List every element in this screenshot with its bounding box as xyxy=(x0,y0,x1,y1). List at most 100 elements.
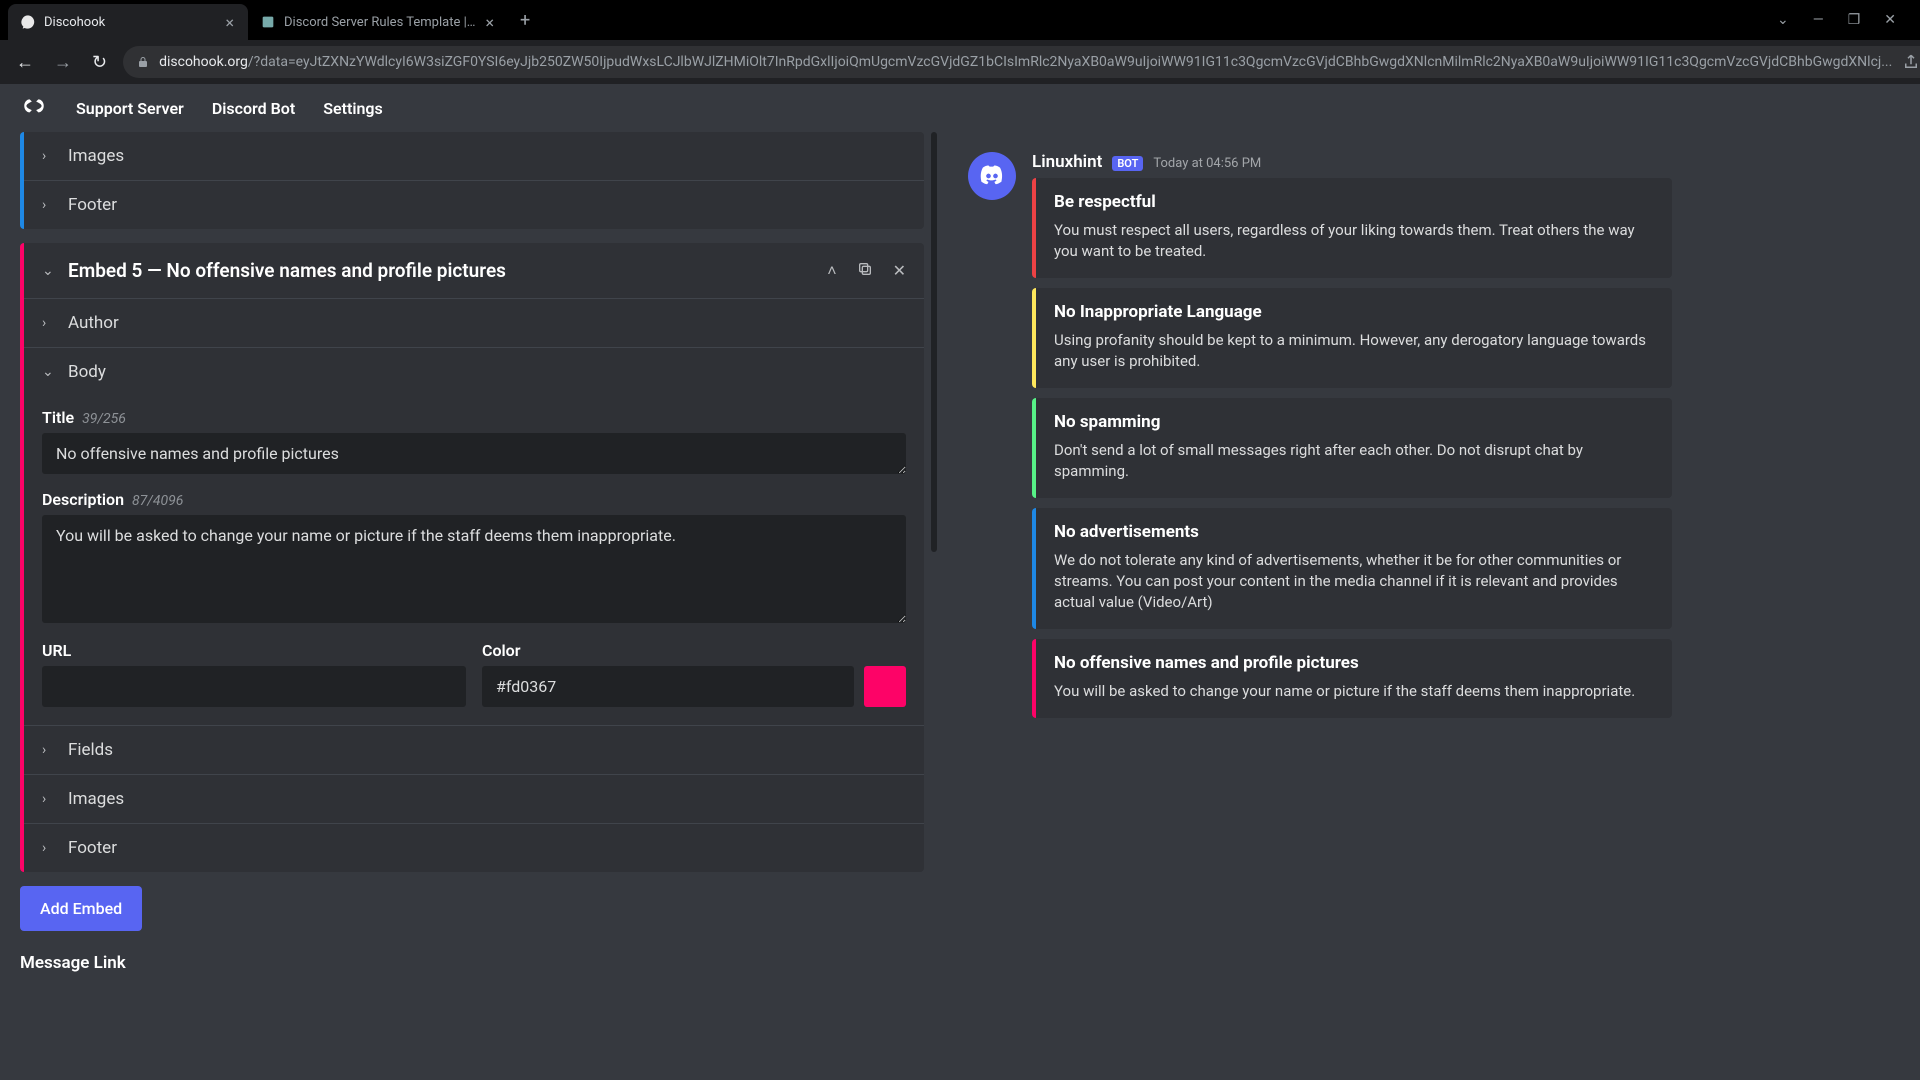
new-tab-button[interactable]: + xyxy=(508,10,542,31)
preview-embed: No offensive names and profile pictures … xyxy=(1032,639,1672,718)
chevron-right-icon: › xyxy=(42,197,56,213)
preview-pane: Linuxhint BOT Today at 04:56 PM Be respe… xyxy=(940,132,1920,1080)
section-footer[interactable]: › Footer xyxy=(24,180,924,229)
url-input[interactable] xyxy=(42,666,466,707)
label-text: Description xyxy=(42,490,124,509)
embed-title: No spamming xyxy=(1054,412,1654,432)
title-counter: 39/256 xyxy=(82,411,126,427)
body-section: Title 39/256 Description 87/4096 URL xyxy=(24,408,924,725)
lock-icon xyxy=(137,56,149,68)
close-icon[interactable]: ✕ xyxy=(893,261,906,281)
app-body: › Images › Footer ⌄ Embed 5 — No offensi… xyxy=(0,132,1920,1080)
section-images[interactable]: › Images xyxy=(24,774,924,823)
tab-bar: Discohook × Discord Server Rules Templat… xyxy=(0,0,1920,40)
url-field: URL xyxy=(42,641,466,707)
close-window-icon[interactable]: ✕ xyxy=(1884,12,1896,28)
preview-embed: Be respectful You must respect all users… xyxy=(1032,178,1672,278)
collapse-icon[interactable]: ˄ xyxy=(827,261,836,281)
reload-button[interactable]: ↻ xyxy=(88,48,111,77)
url-color-row: URL Color xyxy=(42,641,906,707)
color-label: Color xyxy=(482,641,906,660)
chevron-right-icon: › xyxy=(42,742,56,758)
share-icon[interactable] xyxy=(1902,53,1920,71)
browser-chrome: Discohook × Discord Server Rules Templat… xyxy=(0,0,1920,84)
desc-counter: 87/4096 xyxy=(132,493,183,509)
address-bar: ← → ↻ discohook.org/?data=eyJtZXNzYWdlcy… xyxy=(0,40,1920,84)
preview-embed: No advertisements We do not tolerate any… xyxy=(1032,508,1672,629)
chevron-right-icon: › xyxy=(42,840,56,856)
discohook-logo[interactable] xyxy=(20,94,48,122)
message-content: Linuxhint BOT Today at 04:56 PM Be respe… xyxy=(1032,152,1892,728)
duplicate-icon[interactable] xyxy=(857,261,873,281)
embed-card-5: ⌄ Embed 5 — No offensive names and profi… xyxy=(20,243,924,872)
url-path: /?data=eyJtZXNzYWdlcyI6W3siZGF0YSI6eyJjb… xyxy=(248,54,1892,70)
window-controls: ⌄ — ❐ ✕ xyxy=(1777,12,1912,28)
add-embed-button[interactable]: Add Embed xyxy=(20,886,142,931)
embed-title: No offensive names and profile pictures xyxy=(1054,653,1654,673)
color-input[interactable] xyxy=(482,666,854,707)
discohook-favicon xyxy=(20,14,36,30)
label-text: Title xyxy=(42,408,74,427)
nav-discord-bot[interactable]: Discord Bot xyxy=(212,99,295,118)
embed-description: You will be asked to change your name or… xyxy=(1054,681,1654,702)
editor-pane: › Images › Footer ⌄ Embed 5 — No offensi… xyxy=(0,132,940,1080)
url-bar[interactable]: discohook.org/?data=eyJtZXNzYWdlcyI6W3si… xyxy=(123,46,1920,78)
close-icon[interactable]: × xyxy=(483,11,496,34)
embed-description: You must respect all users, regardless o… xyxy=(1054,220,1654,262)
section-label: Images xyxy=(68,146,124,166)
embed-title: No advertisements xyxy=(1054,522,1654,542)
section-fields[interactable]: › Fields xyxy=(24,725,924,774)
color-swatch[interactable] xyxy=(864,666,906,707)
maximize-icon[interactable]: ❐ xyxy=(1848,12,1861,28)
embed-actions: ˄ ✕ xyxy=(827,261,906,281)
message-timestamp: Today at 04:56 PM xyxy=(1153,156,1261,171)
back-button[interactable]: ← xyxy=(12,48,38,77)
minimize-icon[interactable]: — xyxy=(1813,12,1824,28)
section-label: Images xyxy=(68,789,124,809)
color-row xyxy=(482,666,906,707)
browser-tab-inactive[interactable]: Discord Server Rules Template | D × xyxy=(248,4,508,40)
section-images[interactable]: › Images xyxy=(24,132,924,180)
tab-dropdown-icon[interactable]: ⌄ xyxy=(1777,12,1789,28)
title-label: Title 39/256 xyxy=(42,408,906,427)
nav-support-server[interactable]: Support Server xyxy=(76,99,184,118)
chevron-down-icon[interactable]: ⌄ xyxy=(42,263,56,279)
embed-card-prev: › Images › Footer xyxy=(20,132,924,229)
forward-button[interactable]: → xyxy=(50,48,76,77)
description-label: Description 87/4096 xyxy=(42,490,906,509)
section-label: Fields xyxy=(68,740,113,760)
app-header: Support Server Discord Bot Settings xyxy=(0,84,1920,132)
color-field: Color xyxy=(482,641,906,707)
message-link-label: Message Link xyxy=(20,953,924,973)
message: Linuxhint BOT Today at 04:56 PM Be respe… xyxy=(968,152,1892,728)
page-favicon xyxy=(260,14,276,30)
section-label: Footer xyxy=(68,838,117,858)
chevron-right-icon: › xyxy=(42,791,56,807)
message-header: Linuxhint BOT Today at 04:56 PM xyxy=(1032,152,1892,172)
app: Support Server Discord Bot Settings › Im… xyxy=(0,84,1920,1080)
url-label: URL xyxy=(42,641,466,660)
section-label: Body xyxy=(68,362,106,382)
scrollbar[interactable] xyxy=(931,132,937,552)
embed-description: Don't send a lot of small messages right… xyxy=(1054,440,1654,482)
url-text: discohook.org/?data=eyJtZXNzYWdlcyI6W3si… xyxy=(159,54,1892,70)
section-body-toggle[interactable]: ⌄ Body xyxy=(24,347,924,396)
section-footer[interactable]: › Footer xyxy=(24,823,924,872)
label-text: URL xyxy=(42,641,71,660)
title-input[interactable] xyxy=(42,433,906,474)
description-input[interactable] xyxy=(42,515,906,623)
avatar xyxy=(968,152,1016,200)
chevron-right-icon: › xyxy=(42,148,56,164)
nav-settings[interactable]: Settings xyxy=(323,99,383,118)
section-label: Footer xyxy=(68,195,117,215)
bot-badge: BOT xyxy=(1112,156,1143,171)
label-text: Color xyxy=(482,641,520,660)
section-author[interactable]: › Author xyxy=(24,298,924,347)
embed-title: Embed 5 — No offensive names and profile… xyxy=(68,259,815,282)
browser-tab-active[interactable]: Discohook × xyxy=(8,4,248,40)
section-label: Author xyxy=(68,313,119,333)
close-icon[interactable]: × xyxy=(223,11,236,34)
embed-description: Using profanity should be kept to a mini… xyxy=(1054,330,1654,372)
tab-title: Discord Server Rules Template | D xyxy=(284,15,475,30)
chevron-right-icon: › xyxy=(42,315,56,331)
